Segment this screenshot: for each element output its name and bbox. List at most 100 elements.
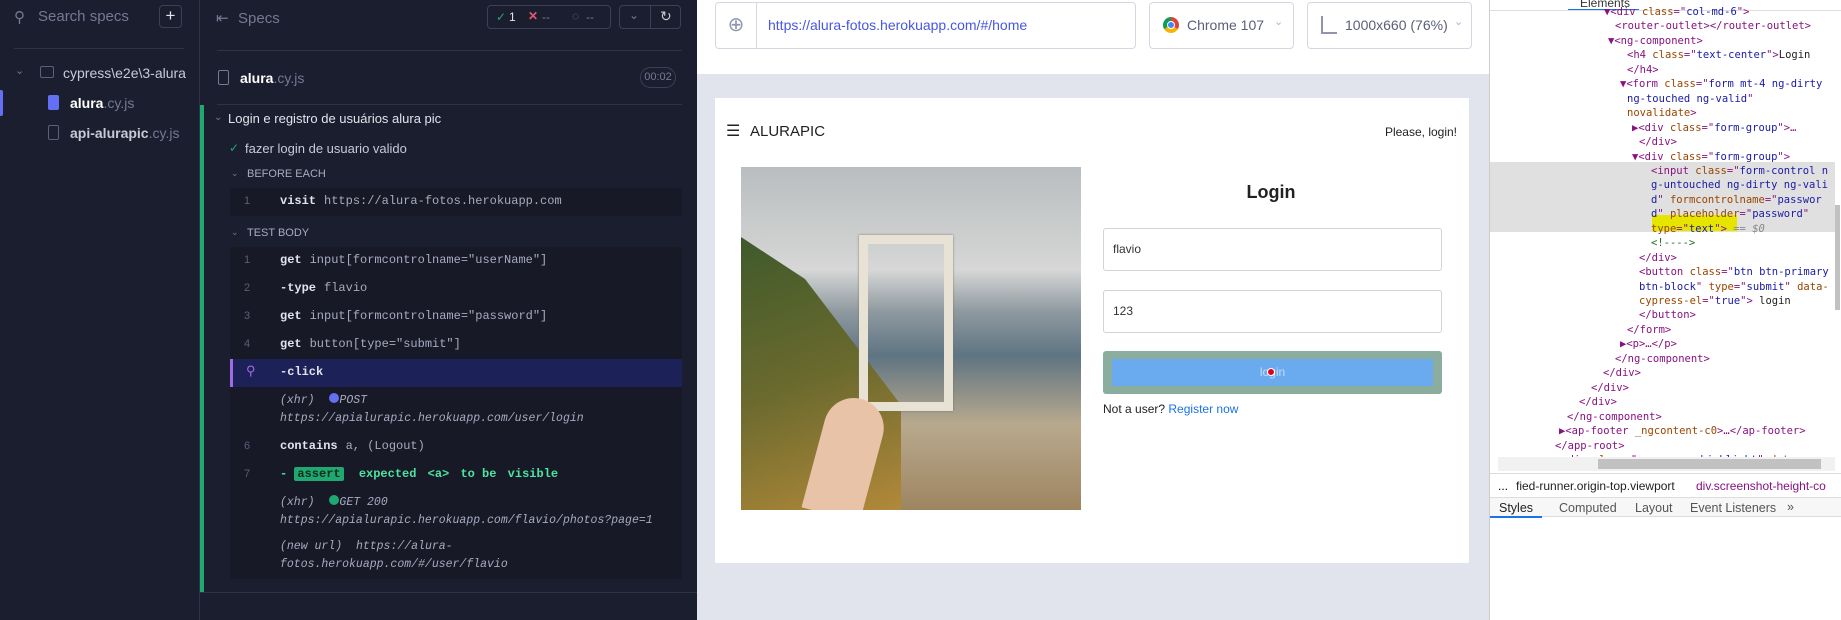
chevron-down-icon[interactable]: ⌄ (629, 8, 639, 22)
add-spec-button[interactable]: + (159, 5, 182, 28)
collapse-specs-icon[interactable]: ⇤ (216, 9, 229, 27)
click-marker-icon (1267, 368, 1275, 376)
dom-token: class (1669, 150, 1702, 163)
xhr-log[interactable]: (xhr) GET 200 https://apialurapic.herokua… (280, 494, 653, 530)
new-url-log[interactable]: (new url) https://alura-fotos.herokuapp.… (280, 538, 508, 574)
dom-node-line[interactable]: </ng-component> (1567, 411, 1662, 423)
url-bar[interactable]: ⊕ https://alura-fotos.herokuapp.com/#/ho… (715, 2, 1136, 49)
dom-node-line[interactable]: <router-outlet></router-outlet> (1615, 20, 1811, 32)
username-input[interactable]: flavio (1103, 228, 1442, 271)
register-link[interactable]: Register now (1168, 402, 1238, 416)
dom-token: form-group (1714, 121, 1778, 134)
dom-node-line[interactable]: <button class="btn btn-primary (1639, 266, 1829, 278)
chevron-down-icon[interactable]: ⌄ (15, 64, 24, 77)
dom-node-line[interactable]: ▶<ap-footer _ngcontent-c0>…</ap-footer> (1559, 425, 1806, 437)
dom-token: ▼<div (1632, 150, 1670, 163)
xhr-dot (329, 393, 340, 403)
command-row[interactable]: 6 contains a, (Logout) (230, 433, 682, 461)
dom-node-line[interactable]: <h4 class="text-center">Login (1627, 49, 1810, 61)
password-input[interactable]: 123 (1103, 290, 1442, 333)
dom-node-line[interactable]: cypress-el="true"> login (1639, 295, 1791, 307)
command-row[interactable]: 1 visit https://alura-fotos.herokuapp.com (230, 188, 682, 216)
login-button[interactable]: login (1103, 351, 1442, 394)
dom-node-line[interactable]: type="text"> == $0 (1651, 223, 1765, 235)
command-row-active[interactable]: ⚲ -click (230, 359, 682, 387)
tab-layout[interactable]: Layout (1635, 501, 1673, 515)
vertical-scrollbar[interactable] (1835, 205, 1840, 310)
folder-label[interactable]: cypress\e2e\3-alura (63, 65, 200, 81)
chevron-down-icon[interactable]: ⌄ (231, 168, 239, 179)
breadcrumb-item[interactable]: fied-runner.origin-top.viewport (1516, 479, 1675, 493)
brand[interactable]: ALURAPIC (750, 123, 825, 140)
dom-token: " (1695, 280, 1709, 293)
dom-token: =" (1739, 208, 1753, 221)
divider (217, 50, 682, 51)
xhr-log[interactable]: (xhr) POST https://apialurapic.herokuapp.… (280, 392, 584, 428)
dom-node-line[interactable]: <!----> (1651, 237, 1695, 249)
chevron-down-icon: ⌄ (1454, 16, 1464, 28)
dom-node-line[interactable]: </div> (1639, 136, 1677, 148)
horizontal-scrollbar[interactable] (1498, 457, 1835, 471)
dom-node-line[interactable]: </button> (1639, 309, 1696, 321)
hook-label: TEST BODY (247, 227, 310, 239)
command-row[interactable]: 1 get input[formcontrolname="userName"] (230, 247, 682, 275)
dom-node-line[interactable]: <input class="form-control n (1651, 165, 1828, 177)
dom-node-line[interactable]: </div> (1639, 252, 1677, 264)
dom-node-line[interactable]: </div> (1591, 382, 1629, 394)
dom-node-line[interactable]: </div> (1579, 396, 1617, 408)
file-name: alura (240, 70, 274, 86)
dom-node-line[interactable]: novalidate> (1627, 107, 1697, 119)
pin-icon: ⚲ (246, 363, 256, 378)
file-ext: .cy.js (103, 95, 135, 111)
assert-row[interactable]: 7- assert expected <a> to be visible (230, 461, 682, 489)
dom-node-line[interactable]: </div> (1603, 367, 1641, 379)
chevron-down-icon[interactable]: ⌄ (214, 112, 222, 123)
rerun-icon[interactable]: ↻ (660, 8, 672, 25)
tab-event-listeners[interactable]: Event Listeners (1690, 501, 1776, 515)
dom-node-line[interactable]: g-untouched ng-dirty ng-vali (1651, 179, 1828, 191)
suite-title[interactable]: Login e registro de usuários alura pic (228, 111, 441, 126)
dom-token: ">… (1777, 121, 1797, 134)
dom-token: <router-outlet></router-outlet> (1615, 20, 1811, 33)
selector-playground-icon[interactable]: ⊕ (716, 3, 757, 48)
dom-node-line[interactable]: ▼<div class="form-group"> (1632, 151, 1790, 163)
command-row[interactable]: 4 get button[type="submit"] (230, 331, 682, 359)
dom-token: formcontrolname (1669, 193, 1765, 206)
chevron-down-icon[interactable]: ⌄ (231, 227, 239, 238)
scrollbar-thumb[interactable] (1598, 459, 1821, 469)
dom-token: data- (1797, 280, 1829, 293)
dom-token: </ng-component> (1615, 352, 1710, 365)
browser-select[interactable]: Chrome 107 ⌄ (1149, 2, 1294, 49)
dom-node-line[interactable]: d" placeholder="password" (1651, 208, 1809, 220)
breadcrumb-item[interactable]: div.screenshot-height-co (1696, 479, 1826, 493)
spec-item-alura[interactable]: alura.cy.js (70, 95, 134, 111)
dom-token: "> (1777, 150, 1791, 163)
dom-token: =" (1764, 193, 1778, 206)
dom-node-line[interactable]: </form> (1627, 324, 1671, 336)
dom-node-line[interactable]: ng-touched ng-valid" (1627, 93, 1753, 105)
dom-node-line[interactable]: d" formcontrolname="passwor (1651, 194, 1822, 206)
viewport-select[interactable]: 1000x660 (76%) ⌄ (1307, 2, 1472, 49)
spec-item-api-alurapic[interactable]: api-alurapic.cy.js (70, 125, 179, 141)
browser-label: Chrome 107 (1187, 17, 1265, 33)
more-tabs-button[interactable]: » (1787, 500, 1794, 514)
command-row[interactable]: 3 get input[formcontrolname="password"] (230, 303, 682, 331)
tab-computed[interactable]: Computed (1559, 501, 1617, 515)
search-specs-input[interactable]: Search specs (38, 8, 129, 25)
dom-node-line[interactable]: </ng-component> (1615, 353, 1710, 365)
dom-node-line[interactable]: </h4> (1627, 64, 1659, 76)
dom-node-line[interactable]: ▶<div class="form-group">… (1632, 122, 1796, 134)
file-ext: .cy.js (273, 70, 305, 86)
dom-node-line[interactable]: ▶<p>…</p> (1620, 338, 1677, 350)
command-row[interactable]: 2 -type flavio (230, 275, 682, 303)
tab-styles[interactable]: Styles (1490, 501, 1543, 518)
dom-node-line[interactable]: ▼<div class="col-md-6"> (1604, 6, 1749, 18)
dom-node-line[interactable]: ▼<form class="form mt-4 ng-dirty (1620, 78, 1822, 90)
dom-node-line[interactable]: btn-block" type="submit" data- (1639, 281, 1829, 293)
menu-icon[interactable]: ☰ (726, 121, 740, 141)
hero-image (741, 167, 1081, 510)
dom-node-line[interactable]: </app-root> (1555, 440, 1625, 452)
test-title[interactable]: fazer login de usuario valido (245, 141, 407, 156)
dom-node-line[interactable]: ▼<ng-component> (1608, 35, 1703, 47)
file-name: api-alurapic (70, 125, 149, 141)
